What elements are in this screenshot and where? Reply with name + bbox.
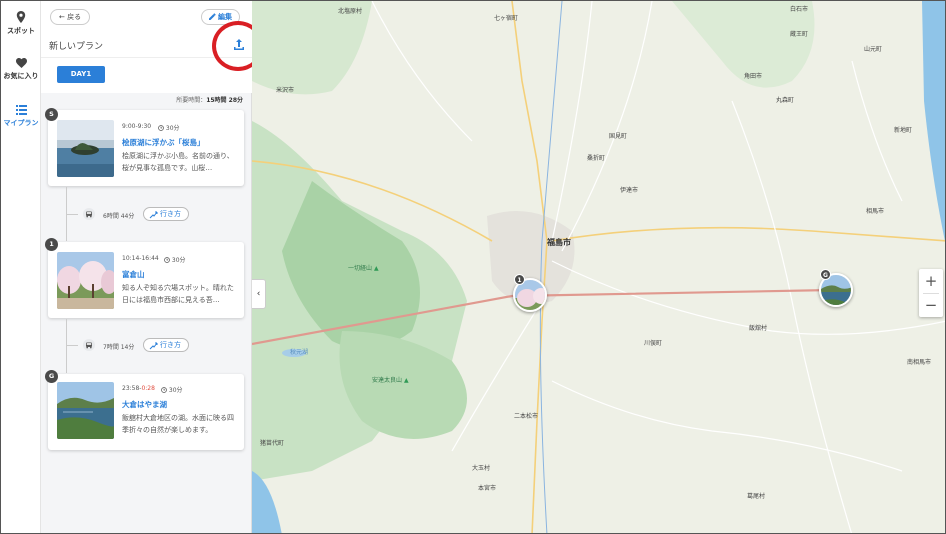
edit-label: 編集 — [218, 13, 232, 21]
map-label: 伊達市 — [620, 187, 639, 194]
spot-thumbnail — [57, 120, 114, 177]
spot-description: 飯舘村大倉地区の湖。水面に映る四季折々の自然が楽しめます。 — [122, 414, 234, 434]
clock-icon — [164, 257, 170, 263]
map-label: 北塩原村 — [338, 8, 363, 15]
overtime-text: 0:28 — [141, 385, 155, 392]
map-label: 山元町 — [864, 46, 883, 53]
spot-description: 知る人ぞ知る穴場スポット。晴れた日には福島市西部に見える吾… — [122, 284, 234, 304]
zoom-controls: + − — [919, 269, 943, 317]
directions-icon — [149, 342, 158, 350]
map-label: 丸森町 — [776, 97, 795, 104]
nav-item-my-plan[interactable]: マイプラン — [1, 105, 41, 128]
route-tick — [66, 345, 78, 346]
list-icon — [15, 105, 27, 115]
map-label: 猪苗代町 — [260, 440, 285, 447]
plan-title: 新しいプラン — [49, 42, 104, 52]
spot-badge-1: 1 — [45, 238, 58, 251]
spot-name-link[interactable]: 富倉山 — [122, 269, 145, 280]
spot-badge-start: S — [45, 108, 58, 121]
map-label: 一切経山 ▲ — [348, 265, 379, 272]
map-label: 新地町 — [894, 127, 913, 134]
clock-icon — [158, 125, 164, 131]
map-label: 二本松市 — [514, 413, 539, 420]
side-nav: スポット お気に入り マイプラン — [1, 1, 41, 533]
spot-card[interactable]: 9:00-9:30 30分 桧原湖に浮かぶ「桜島」 桧原湖に浮かぶ小島。名前の通… — [48, 110, 244, 186]
total-duration: 所要時間：15時間 28分 — [176, 95, 243, 104]
car-icon — [83, 339, 95, 351]
collapse-panel-button[interactable]: ‹ — [252, 279, 266, 309]
map-label: 角田市 — [744, 73, 763, 80]
duration-value: 15時間 28分 — [206, 97, 243, 104]
directions-button[interactable]: 行き方 — [143, 338, 189, 352]
app-window: スポット お気に入り マイプラン ← 戻る 編集 新しいプラン DAY1 所要時… — [0, 0, 946, 534]
spot-name-link[interactable]: 大倉はやま湖 — [122, 399, 167, 410]
transit-time: 6時間 44分 — [103, 213, 135, 220]
spot-card[interactable]: 10:14-16:44 30分 富倉山 知る人ぞ知る穴場スポット。晴れた日には福… — [48, 242, 244, 318]
zoom-out-button[interactable]: − — [919, 293, 943, 317]
plan-panel: ← 戻る 編集 新しいプラン DAY1 所要時間：15時間 28分 9:00-9… — [41, 1, 252, 533]
nav-item-favorites[interactable]: お気に入り — [1, 58, 41, 81]
nav-item-spots[interactable]: スポット — [1, 11, 41, 36]
map-label: 川俣町 — [644, 340, 663, 347]
clock-icon — [161, 387, 167, 393]
spot-time: 10:14-16:44 — [122, 255, 159, 262]
spot-thumbnail — [57, 252, 114, 309]
map-label: 桑折町 — [587, 155, 606, 162]
heart-icon — [15, 58, 27, 68]
spot-description: 桧原湖に浮かぶ小島。名前の通り、桜が見事な孤島です。山桜… — [122, 152, 234, 172]
map-label: 南相馬市 — [907, 359, 932, 366]
map-label: 米沢市 — [276, 87, 295, 94]
map-label: 秋元湖 — [290, 349, 309, 356]
directions-button[interactable]: 行き方 — [143, 207, 189, 221]
map-label: 葛尾村 — [747, 493, 766, 500]
spot-thumbnail — [57, 382, 114, 439]
nav-label: お気に入り — [3, 72, 39, 80]
map-label: 飯舘村 — [749, 325, 768, 332]
nav-label: マイプラン — [3, 119, 39, 127]
map-label: 国見町 — [609, 133, 628, 140]
map-label: 七ヶ宿町 — [494, 15, 519, 22]
directions-icon — [149, 211, 158, 219]
zoom-in-button[interactable]: + — [919, 269, 943, 293]
stay-duration: 30分 — [158, 123, 180, 132]
tab-day1[interactable]: DAY1 — [57, 66, 105, 83]
duration-label: 所要時間： — [176, 97, 207, 104]
stay-duration: 30分 — [164, 255, 186, 264]
map-view[interactable]: 福島市 一切経山 ▲ 安達太良山 ▲ 米沢市 国見町 桑折町 伊達市 川俣町 二… — [252, 1, 945, 533]
spot-name-link[interactable]: 桧原湖に浮かぶ「桜島」 — [122, 137, 205, 148]
location-pin-icon — [16, 11, 26, 23]
route-connector — [66, 319, 67, 373]
map-pin-badge: G — [820, 269, 831, 280]
pencil-icon — [209, 13, 216, 20]
nav-label: スポット — [7, 27, 35, 35]
spot-card[interactable]: 23:58-0:28 30分 大倉はやま湖 飯舘村大倉地区の湖。水面に映る四季折… — [48, 374, 244, 450]
map-label: 本宮市 — [478, 485, 497, 492]
mountain-icon: ▲ — [373, 265, 379, 272]
spot-time: 9:00-9:30 — [122, 123, 152, 130]
map-label: 白石市 — [790, 6, 809, 13]
stay-duration: 30分 — [161, 385, 183, 394]
map-label: 相馬市 — [866, 208, 885, 215]
map-label: 福島市 — [547, 238, 571, 247]
map-label: 大玉村 — [472, 465, 491, 472]
back-button[interactable]: ← 戻る — [50, 9, 91, 25]
mountain-icon: ▲ — [403, 377, 409, 384]
car-icon — [83, 208, 95, 220]
spot-time: 23:58-0:28 — [122, 385, 155, 392]
map-label: 蔵王町 — [790, 31, 809, 38]
map-pin-badge: 1 — [514, 274, 525, 285]
transit-time: 7時間 14分 — [103, 344, 135, 351]
spot-badge-goal: G — [45, 370, 58, 383]
route-tick — [66, 214, 78, 215]
map-label: 安達太良山 ▲ — [372, 377, 409, 384]
